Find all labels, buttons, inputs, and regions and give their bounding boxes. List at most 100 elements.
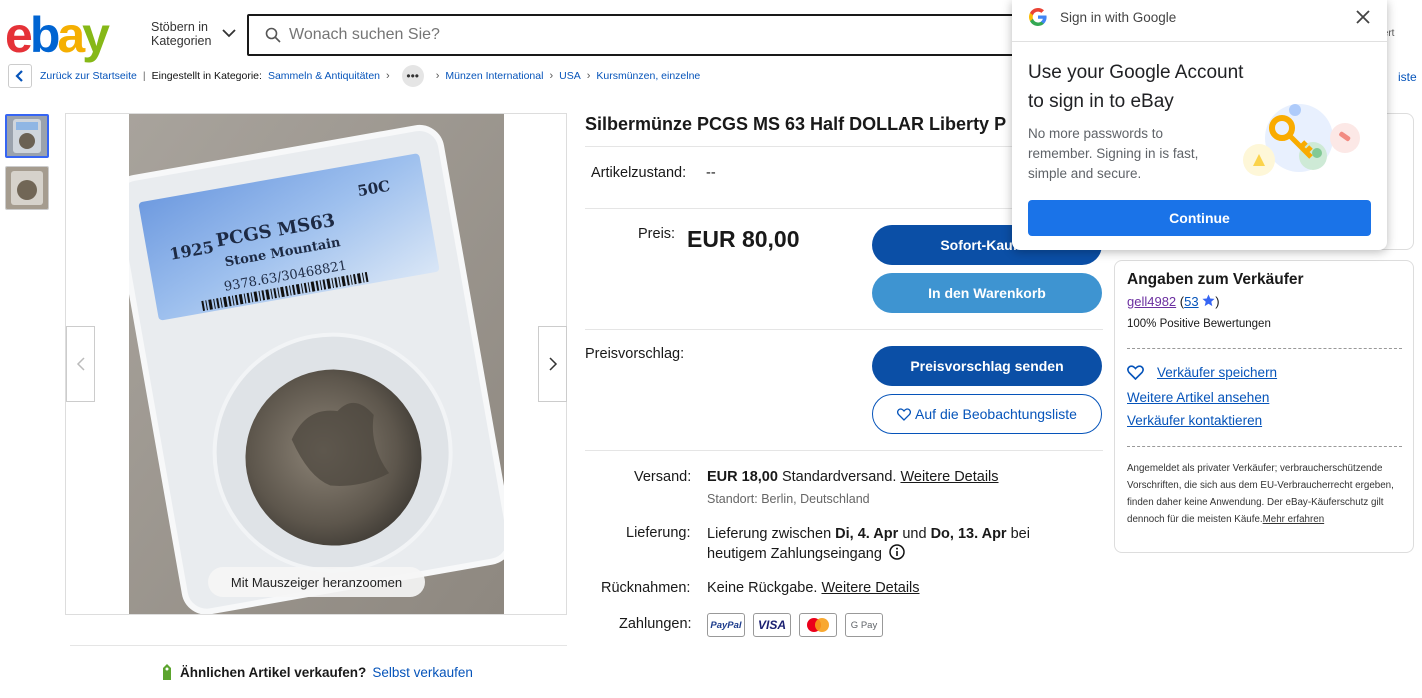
delivery-to: Do, 13. Apr <box>930 526 1007 542</box>
browse-line1: Stöbern in <box>151 20 208 34</box>
breadcrumb: Zurück zur Startseite | Eingestellt in K… <box>8 64 700 88</box>
watchlist-link-partial[interactable]: iste <box>1398 70 1417 84</box>
breadcrumb-item-kursmuenzen[interactable]: Kursmünzen, einzelne <box>596 70 700 82</box>
delivery-from: Di, 4. Apr <box>835 526 899 542</box>
seller-heading: Angaben zum Verkäufer <box>1127 271 1304 288</box>
listed-in-label: Eingestellt in Kategorie: <box>151 70 262 82</box>
see-other-items-link[interactable]: Weitere Artikel ansehen <box>1127 390 1269 405</box>
contact-seller-link[interactable]: Verkäufer kontaktieren <box>1127 413 1262 428</box>
dashed-divider <box>1127 348 1402 349</box>
browse-categories-button[interactable]: Stöbern in Kategorien <box>151 20 211 48</box>
popup-heading-line1: Use your Google Account <box>1028 62 1244 83</box>
visa-icon: VISA <box>753 613 791 637</box>
heart-icon <box>897 407 912 421</box>
search-input[interactable] <box>289 24 989 46</box>
shipping-details-link[interactable]: Weitere Details <box>900 469 998 485</box>
coin-slab-photo: 1925 PCGS MS63 Stone Mountain 50C 9378.6… <box>129 114 504 614</box>
delivery-info: Lieferung zwischen Di, 4. Apr und Do, 13… <box>707 525 1047 564</box>
payments-label: Zahlungen: <box>619 616 692 632</box>
breadcrumb-item-sammeln[interactable]: Sammeln & Antiquitäten <box>268 70 380 82</box>
seller-name-line: gell4982 (53 ) <box>1127 294 1220 309</box>
sell-similar-question: Ähnlichen Artikel verkaufen? <box>180 664 367 680</box>
divider <box>585 329 1103 330</box>
returns-label: Rücknahmen: <box>601 580 691 596</box>
save-seller-link[interactable]: Verkäufer speichern <box>1157 365 1277 380</box>
chevron-right-icon: › <box>435 70 440 82</box>
delivery-line2: heutigem Zahlungseingang <box>707 546 882 562</box>
mastercard-icon <box>799 613 837 637</box>
breadcrumb-item-usa[interactable]: USA <box>559 70 581 82</box>
breadcrumb-divider: | <box>142 70 146 82</box>
google-signin-popup: Sign in with Google Use your Google Acco… <box>1012 0 1387 250</box>
main-product-image[interactable]: 1925 PCGS MS63 Stone Mountain 50C 9378.6… <box>129 114 504 614</box>
shipping-label: Versand: <box>634 469 692 485</box>
item-title: Silbermünze PCGS MS 63 Half DOLLAR Liber… <box>585 114 1007 134</box>
send-offer-button[interactable]: Preisvorschlag senden <box>872 346 1102 386</box>
private-seller-note: Angemeldet als privater Verkäufer; verbr… <box>1127 460 1407 528</box>
chevron-right-icon <box>548 357 557 371</box>
chevron-right-icon: › <box>386 70 390 82</box>
condition-label: Artikelzustand: <box>591 165 687 181</box>
delivery-label: Lieferung: <box>626 525 691 541</box>
popup-heading-line2: to sign in to eBay <box>1028 91 1174 112</box>
price-tag-icon <box>163 664 171 680</box>
key-illustration-icon <box>1243 104 1360 176</box>
breadcrumb-item-muenzen[interactable]: Münzen International <box>445 70 543 82</box>
watchlist-label: Auf die Beobachtungsliste <box>915 406 1077 422</box>
continue-button[interactable]: Continue <box>1028 200 1371 236</box>
zoom-hint: Mit Mauszeiger heranzoomen <box>208 567 425 597</box>
thumbnail-2[interactable] <box>5 166 49 210</box>
gallery-next-button[interactable] <box>538 326 567 402</box>
price-value: EUR 80,00 <box>687 226 800 252</box>
heart-icon[interactable] <box>1127 365 1144 380</box>
close-icon[interactable] <box>1354 8 1372 26</box>
coin-thumbnail-image <box>7 116 47 156</box>
back-to-home-link[interactable]: Zurück zur Startseite <box>40 70 137 82</box>
condition-value: -- <box>706 165 716 181</box>
shipping-price: EUR 18,00 <box>707 469 778 485</box>
search-bar[interactable] <box>247 14 1027 56</box>
dashed-divider <box>1127 446 1402 447</box>
chevron-left-icon <box>15 70 23 82</box>
seller-info-box: Angaben zum Verkäufer gell4982 (53 ) 100… <box>1114 260 1414 553</box>
seller-name-link[interactable]: gell4982 <box>1127 294 1176 309</box>
logo-letter-b: b <box>29 7 60 63</box>
gallery-prev-button[interactable] <box>66 326 95 402</box>
price-label: Preis: <box>638 226 676 242</box>
more-categories-button[interactable]: ••• <box>401 65 424 87</box>
offer-label: Preisvorschlag: <box>585 346 685 362</box>
logo-letter-a: a <box>57 7 85 63</box>
sell-similar: Ähnlichen Artikel verkaufen? Selbst verk… <box>160 662 473 682</box>
shipping-info: EUR 18,00 Standardversand. Weitere Detai… <box>707 469 999 485</box>
item-location: Standort: Berlin, Deutschland <box>707 492 870 506</box>
popup-title: Sign in with Google <box>1060 10 1177 25</box>
coin-thumbnail-image <box>6 167 48 209</box>
positive-feedback: 100% Positive Bewertungen <box>1127 318 1271 330</box>
chevron-left-icon <box>76 357 85 371</box>
delivery-and: und <box>902 526 927 542</box>
chevron-right-icon: › <box>549 70 554 82</box>
browse-line2: Kategorien <box>151 34 212 48</box>
chevron-down-icon[interactable] <box>222 28 236 38</box>
thumbnail-1[interactable] <box>5 114 49 158</box>
feedback-count-link[interactable]: 53 <box>1184 294 1198 309</box>
learn-more-link[interactable]: Mehr erfahren <box>1263 514 1325 525</box>
google-logo-icon <box>1029 8 1047 26</box>
divider <box>70 645 567 646</box>
logo-letter-y: y <box>82 7 110 63</box>
watchlist-button[interactable]: Auf die Beobachtungsliste <box>872 394 1102 434</box>
paypal-icon: PayPal <box>707 613 745 637</box>
returns-value: Keine Rückgabe. <box>707 580 818 596</box>
returns-details-link[interactable]: Weitere Details <box>821 580 919 596</box>
google-pay-icon: G Pay <box>845 613 883 637</box>
delivery-pre: Lieferung zwischen <box>707 526 832 542</box>
ebay-logo[interactable]: ebay <box>5 7 110 63</box>
back-button[interactable] <box>8 64 32 88</box>
sell-yourself-link[interactable]: Selbst verkaufen <box>372 665 473 680</box>
private-seller-note-text: Angemeldet als privater Verkäufer; verbr… <box>1127 463 1394 525</box>
add-to-cart-button[interactable]: In den Warenkorb <box>872 273 1102 313</box>
popup-header: Sign in with Google <box>1012 0 1387 42</box>
popup-heading: Use your Google Account to sign in to eB… <box>1028 58 1243 116</box>
info-icon[interactable] <box>889 544 905 560</box>
rating-close: ) <box>1215 294 1220 309</box>
